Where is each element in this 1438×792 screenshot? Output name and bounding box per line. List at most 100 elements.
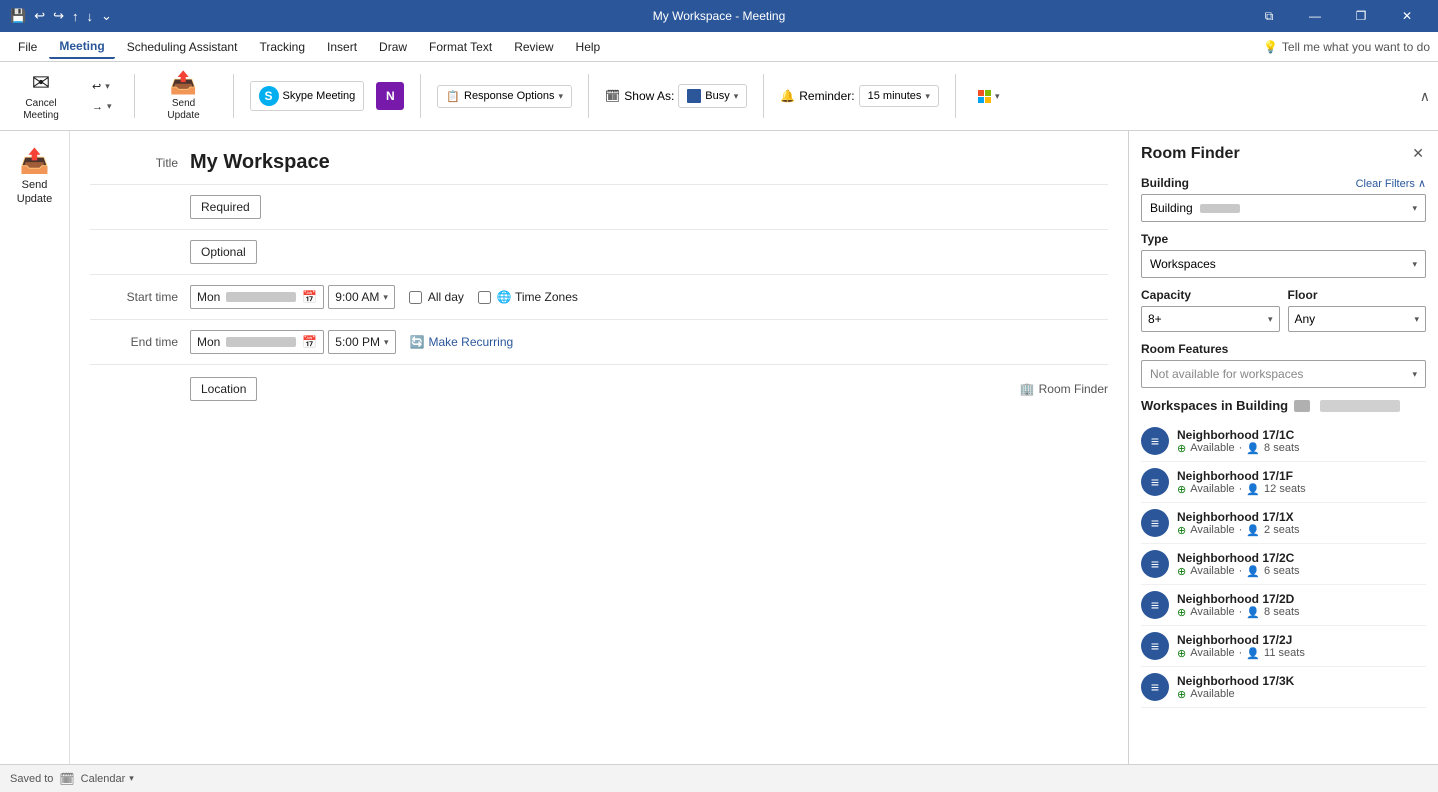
type-dropdown[interactable]: Workspaces ▾ [1141,250,1426,278]
all-day-label: All day [428,290,464,304]
undo-dropdown[interactable]: ▾ [105,81,110,92]
menu-meeting[interactable]: Meeting [49,35,114,59]
workspace-item[interactable]: ≡ Neighborhood 17/2J ⊕ Available · 👤11 s… [1141,626,1426,667]
undo-button[interactable]: ↩ ▾ [86,77,116,96]
cancel-meeting-button[interactable]: ✉ Cancel Meeting [8,66,74,126]
ribbon-divider-6 [955,74,956,118]
response-dropdown-icon[interactable]: ▾ [559,91,564,102]
menu-draw[interactable]: Draw [369,36,417,58]
menu-insert[interactable]: Insert [317,36,367,58]
tell-me-field[interactable]: 💡 Tell me what you want to do [1263,40,1430,54]
close-button[interactable]: ✕ [1384,0,1430,32]
optional-input[interactable] [269,245,669,259]
workspace-item[interactable]: ≡ Neighborhood 17/3K ⊕ Available [1141,667,1426,708]
save-icon[interactable]: 💾 [8,6,28,26]
show-as-chevron[interactable]: ▾ [734,91,739,102]
required-button[interactable]: Required [190,195,261,219]
workspace-item[interactable]: ≡ Neighborhood 17/2D ⊕ Available · 👤8 se… [1141,585,1426,626]
location-input[interactable] [265,382,1019,396]
workspace-info: Neighborhood 17/2D ⊕ Available · 👤8 seat… [1177,592,1426,619]
redo-dropdown[interactable]: ▾ [107,101,112,112]
status-bar: Saved to 🗓 Calendar ▾ [0,764,1438,792]
room-finder-close-button[interactable]: ✕ [1410,143,1426,164]
calendar-small-icon: 🗓 [59,772,74,786]
restore-up-icon[interactable]: ⧉ [1246,0,1292,32]
redo-button[interactable]: → ▾ [86,98,118,116]
title-row: Title My Workspace [90,147,1108,185]
room-finder-trigger-button[interactable]: 🏢 Room Finder [1020,382,1108,396]
workspace-item[interactable]: ≡ Neighborhood 17/1C ⊕ Available · 👤8 se… [1141,421,1426,462]
menu-scheduling[interactable]: Scheduling Assistant [117,36,248,58]
title-field[interactable]: My Workspace [190,147,1108,178]
reminder-chevron[interactable]: ▾ [925,91,930,102]
capacity-floor-row: Capacity 8+ ▾ Floor Any ▾ [1141,288,1426,332]
start-time-chevron[interactable]: ▾ [383,292,388,303]
time-zones-group: 🌐 Time Zones [478,290,578,304]
all-day-checkbox[interactable] [409,291,422,304]
busy-color-indicator [687,89,701,103]
room-finder-title: Room Finder [1141,145,1240,163]
maximize-button[interactable]: ❐ [1338,0,1384,32]
menu-help[interactable]: Help [566,36,611,58]
floor-chevron[interactable]: ▾ [1414,314,1419,325]
menu-file[interactable]: File [8,36,47,58]
send-update-large-button[interactable]: 📤 Send Update [1,141,68,213]
ribbon-expand-button[interactable]: ∧ [1420,88,1430,105]
menu-tracking[interactable]: Tracking [249,36,315,58]
capacity-dropdown[interactable]: 8+ ▾ [1141,306,1280,332]
make-recurring-button[interactable]: 🔄 Make Recurring [410,335,514,349]
optional-button[interactable]: Optional [190,240,257,264]
room-features-dropdown[interactable]: Not available for workspaces ▾ [1141,360,1426,388]
seats-icon: 👤 [1246,565,1260,578]
building-dropdown[interactable]: Building ▾ [1141,194,1426,222]
location-button[interactable]: Location [190,377,257,401]
menu-review[interactable]: Review [504,36,563,58]
workspace-info: Neighborhood 17/1C ⊕ Available · 👤8 seat… [1177,428,1426,455]
capacity-chevron[interactable]: ▾ [1268,314,1273,325]
workspace-status: Available [1190,524,1234,536]
room-features-value: Not available for workspaces [1150,367,1303,381]
floor-dropdown[interactable]: Any ▾ [1288,306,1427,332]
undo-icon[interactable]: ↩ [32,6,47,26]
building-chevron[interactable]: ▾ [1412,203,1417,214]
workspace-item[interactable]: ≡ Neighborhood 17/1X ⊕ Available · 👤2 se… [1141,503,1426,544]
room-features-chevron[interactable]: ▾ [1412,369,1417,380]
time-zones-checkbox[interactable] [478,291,491,304]
reminder-dropdown[interactable]: 15 minutes ▾ [859,85,939,107]
location-row: Location 🏢 Room Finder [90,373,1108,411]
workspace-item[interactable]: ≡ Neighborhood 17/2C ⊕ Available · 👤6 se… [1141,544,1426,585]
end-date-picker[interactable]: Mon 📅 [190,330,324,354]
expand-icon: ∧ [1420,88,1430,104]
down-icon[interactable]: ↓ [85,7,96,26]
building-name-blurred [1200,204,1240,213]
calendar-label[interactable]: Calendar ▾ [81,773,134,785]
menu-bar: File Meeting Scheduling Assistant Tracki… [0,32,1438,62]
up-icon[interactable]: ↑ [70,7,81,26]
available-indicator: ⊕ [1177,524,1186,537]
start-date-blurred [226,291,296,303]
end-time-picker[interactable]: 5:00 PM ▾ [328,330,395,354]
room-features-label: Room Features [1141,342,1228,356]
options-icon[interactable]: ⌄ [99,6,114,26]
response-options-button[interactable]: 📋 Response Options ▾ [437,85,572,108]
type-chevron[interactable]: ▾ [1412,259,1417,270]
send-update-button[interactable]: 📤 Send Update [151,66,217,126]
minimize-button[interactable]: — [1292,0,1338,32]
clear-filters-button[interactable]: Clear Filters ∧ [1356,177,1426,190]
redo-icon[interactable]: ↪ [51,6,66,26]
show-as-dropdown[interactable]: Busy ▾ [678,84,747,108]
required-input[interactable] [273,200,673,214]
onenote-button[interactable]: N [376,82,404,110]
end-time-chevron[interactable]: ▾ [384,337,389,348]
ms365-dropdown[interactable]: ▾ [995,91,1000,102]
calendar-chevron[interactable]: ▾ [129,773,134,784]
ms365-button[interactable]: ▾ [972,87,1006,106]
window-title: My Workspace - Meeting [653,9,786,23]
skype-meeting-button[interactable]: S Skype Meeting [250,81,365,111]
skype-icon: S [259,86,279,106]
start-date-picker[interactable]: Mon 📅 [190,285,324,309]
start-time-picker[interactable]: 9:00 AM ▾ [328,285,395,309]
workspace-item[interactable]: ≡ Neighborhood 17/1F ⊕ Available · 👤12 s… [1141,462,1426,503]
menu-format-text[interactable]: Format Text [419,36,502,58]
start-datetime-group: Mon 📅 9:00 AM ▾ All day [190,285,1108,309]
